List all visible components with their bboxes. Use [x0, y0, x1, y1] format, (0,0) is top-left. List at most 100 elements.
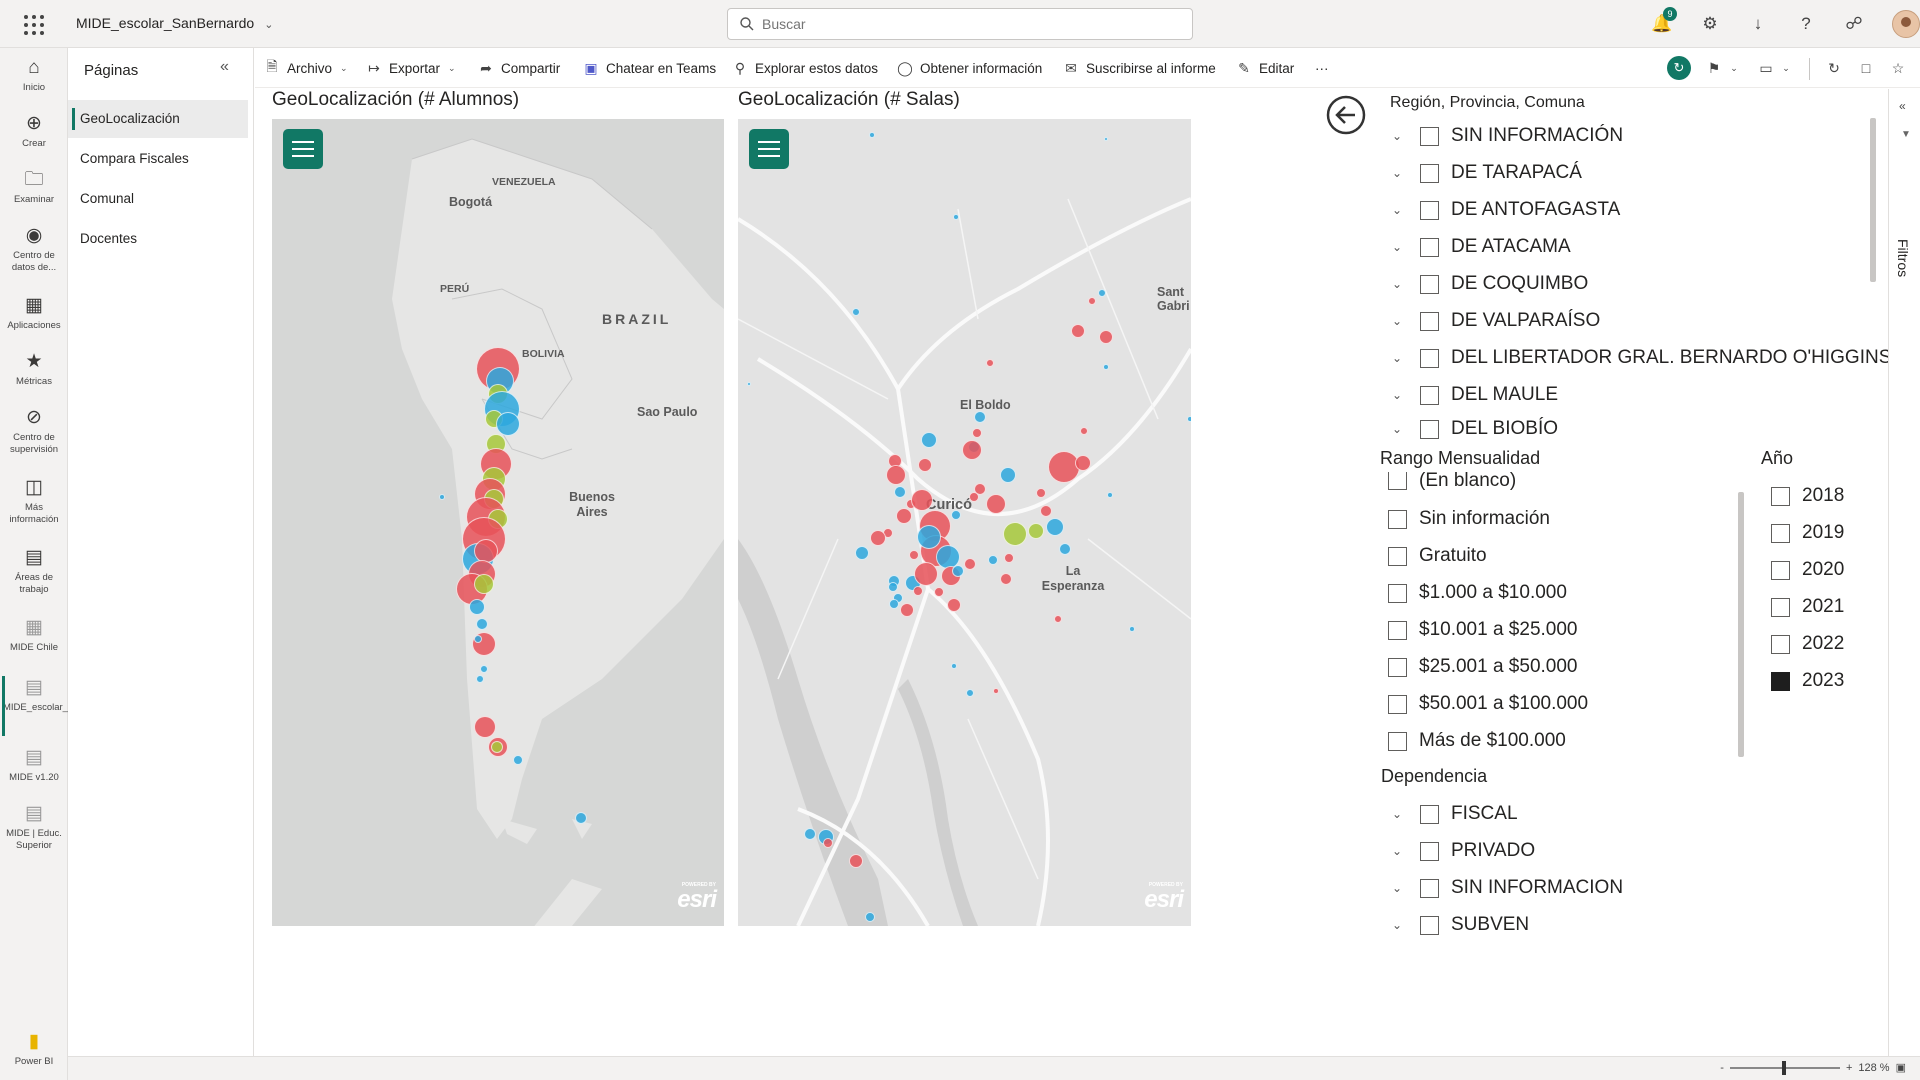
chevron-down-icon[interactable]: ⌄	[1392, 844, 1420, 858]
checkbox[interactable]	[1420, 804, 1439, 824]
checkbox[interactable]	[1388, 546, 1407, 566]
map-bubble[interactable]	[849, 854, 863, 868]
map-bubble[interactable]	[804, 828, 816, 840]
map-bubble[interactable]	[1000, 467, 1016, 483]
anio-item[interactable]: 2021	[1771, 592, 1844, 622]
map-bubble[interactable]	[1071, 324, 1085, 338]
map-bubble[interactable]	[962, 440, 982, 460]
rango-item[interactable]: $1.000 a $10.000	[1388, 578, 1567, 608]
checkbox[interactable]	[1388, 620, 1407, 640]
map-bubble[interactable]	[974, 411, 986, 423]
checkbox[interactable]	[1420, 841, 1439, 861]
map-bubble[interactable]	[889, 599, 899, 609]
dependencia-item[interactable]: ⌄ SIN INFORMACION	[1392, 873, 1623, 903]
checkbox[interactable]	[1388, 472, 1407, 490]
rail-learn[interactable]: ◫ Más información	[0, 476, 68, 526]
checkbox[interactable]	[1388, 657, 1407, 677]
anio-item-selected[interactable]: 2023	[1771, 666, 1844, 696]
map-bubble[interactable]	[909, 550, 919, 560]
region-item[interactable]: ⌄ SIN INFORMACIÓN	[1392, 121, 1623, 151]
anio-item[interactable]: 2022	[1771, 629, 1844, 659]
map-bubble[interactable]	[823, 838, 833, 848]
map-bubble[interactable]	[575, 812, 587, 824]
refresh-visuals-icon[interactable]: ↻	[1667, 56, 1691, 80]
rail-powerbi[interactable]: ▮ Power BI	[0, 1030, 68, 1068]
map-bubble[interactable]	[1075, 455, 1091, 471]
map-bubble[interactable]	[1129, 626, 1135, 632]
checkbox[interactable]	[1771, 634, 1790, 654]
rango-item[interactable]: Sin información	[1388, 504, 1550, 534]
rail-mide-educ-superior[interactable]: ▤ MIDE | Educ. Superior	[0, 802, 68, 852]
region-item[interactable]: ⌄ DEL MAULE	[1392, 380, 1558, 410]
map-alumnos-menu-button[interactable]	[283, 129, 323, 169]
avatar[interactable]	[1892, 10, 1920, 38]
rango-item[interactable]: Gratuito	[1388, 541, 1487, 571]
checkbox[interactable]	[1388, 694, 1407, 714]
map-bubble[interactable]	[855, 546, 869, 560]
settings-icon[interactable]: ⚙	[1696, 10, 1724, 38]
rango-item[interactable]: Más de $100.000	[1388, 726, 1566, 756]
map-bubble[interactable]	[439, 494, 445, 500]
anio-item[interactable]: 2020	[1771, 555, 1844, 585]
map-bubble[interactable]	[1040, 505, 1052, 517]
comment-icon[interactable]: □	[1853, 56, 1879, 80]
checkbox[interactable]	[1420, 200, 1439, 220]
map-bubble[interactable]	[1103, 364, 1109, 370]
checkbox[interactable]	[1388, 583, 1407, 603]
map-salas[interactable]: El Boldo Curicó La Esperanza Sant Gabri …	[738, 119, 1191, 926]
rango-slicer-scrollbar[interactable]	[1738, 492, 1744, 757]
checkbox[interactable]	[1771, 560, 1790, 580]
map-bubble[interactable]	[888, 582, 898, 592]
region-item[interactable]: ⌄ DE ATACAMA	[1392, 232, 1571, 262]
map-bubble[interactable]	[870, 530, 886, 546]
map-bubble[interactable]	[1059, 543, 1071, 555]
map-bubble[interactable]	[886, 465, 906, 485]
rail-home[interactable]: ⌂ Inicio	[0, 56, 68, 94]
editar-button[interactable]: ✎ Editar	[1235, 58, 1294, 78]
map-bubble[interactable]	[952, 565, 964, 577]
chevron-down-icon[interactable]: ⌄	[1392, 422, 1420, 436]
page-geolocalizacion[interactable]: GeoLocalización	[68, 100, 248, 138]
map-bubble[interactable]	[986, 494, 1006, 514]
dependencia-item[interactable]: ⌄ FISCAL	[1392, 799, 1518, 829]
map-bubble[interactable]	[966, 689, 974, 697]
map-bubble[interactable]	[1107, 492, 1113, 498]
chevron-down-icon[interactable]: ⌄	[1392, 240, 1420, 254]
checkbox[interactable]	[1420, 348, 1439, 368]
feedback-icon[interactable]: ☍	[1840, 10, 1868, 38]
map-bubble[interactable]	[988, 555, 998, 565]
checkbox[interactable]	[1420, 419, 1439, 439]
dependencia-item[interactable]: ⌄ SUBVEN	[1392, 910, 1529, 940]
map-bubble[interactable]	[1088, 297, 1096, 305]
checkbox[interactable]	[1420, 878, 1439, 898]
notifications-icon[interactable]: 🔔 9	[1648, 7, 1677, 38]
chatear-teams-button[interactable]: ▣ Chatear en Teams	[582, 58, 716, 78]
map-bubble[interactable]	[911, 489, 933, 511]
map-bubble[interactable]	[918, 458, 932, 472]
map-bubble[interactable]	[951, 663, 957, 669]
rail-mide-chile[interactable]: ▦ MIDE Chile	[0, 616, 68, 654]
more-options-button[interactable]: ···	[1315, 58, 1329, 78]
chevron-down-icon[interactable]: ⌄	[1773, 56, 1799, 80]
report-title[interactable]: MIDE_escolar_SanBernardo ⌄	[76, 15, 273, 31]
region-item[interactable]: ⌄ DE TARAPACÁ	[1392, 158, 1582, 188]
map-bubble[interactable]	[972, 428, 982, 438]
rail-mide-v120[interactable]: ▤ MIDE v1.20	[0, 746, 68, 784]
map-bubble[interactable]	[474, 635, 482, 643]
zoom-out-button[interactable]: -	[1720, 1062, 1724, 1074]
map-bubble[interactable]	[852, 308, 860, 316]
collapse-pages-icon[interactable]: «	[220, 58, 229, 76]
map-bubble[interactable]	[474, 539, 498, 563]
region-item[interactable]: ⌄ DE VALPARAÍSO	[1392, 306, 1600, 336]
rail-mide-escolar[interactable]: ▤ MIDE_escolar_SanBer...	[0, 676, 107, 736]
search-input[interactable]	[762, 14, 1182, 34]
map-bubble[interactable]	[964, 558, 976, 570]
explorar-datos-button[interactable]: ⚲ Explorar estos datos	[731, 58, 878, 78]
map-bubble[interactable]	[969, 492, 979, 502]
rail-create[interactable]: ⊕ Crear	[0, 112, 68, 150]
exportar-menu[interactable]: ↦ Exportar ⌄	[365, 58, 455, 78]
map-bubble[interactable]	[476, 618, 488, 630]
map-bubble[interactable]	[1004, 553, 1014, 563]
anio-item[interactable]: 2018	[1771, 481, 1844, 511]
chevron-down-icon[interactable]: ⌄	[1392, 277, 1420, 291]
